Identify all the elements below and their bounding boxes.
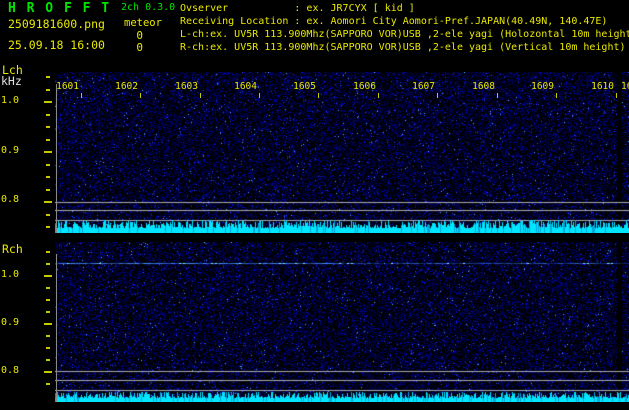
app-title: H R O F F T — [8, 1, 111, 16]
lch-freq-label-1.0: 1.0 — [1, 95, 21, 106]
lch-freq-label-0.8: 0.8 — [1, 194, 21, 205]
time-label-1604: 1604 — [217, 81, 257, 92]
time-label-1603: 1603 — [158, 81, 198, 92]
time-label-1605: 1605 — [276, 81, 316, 92]
rch-freq-label-1.0: 1.0 — [1, 269, 21, 280]
time-label-1602: 1602 — [98, 81, 138, 92]
time-label-1601: 1601 — [39, 81, 79, 92]
meteor-count-rch: 0 — [123, 41, 143, 54]
version-label: 2ch 0.3.0 — [121, 2, 175, 13]
observation-datetime: 25.09.18 16:00 — [8, 38, 105, 52]
khz-unit-label: kHz — [1, 74, 22, 88]
location-info-line: Receiving Location : ex. Aomori City Aom… — [180, 15, 607, 28]
lch-spectrogram — [55, 72, 629, 233]
lch-info-line: L-ch:ex. UV5R 113.900Mhz(SAPPORO VOR)USB… — [180, 28, 629, 41]
hrofft-window: H R O F F T 2ch 0.3.0 2509181600.png 25.… — [0, 0, 629, 410]
time-label-1610: 1610 — [574, 81, 614, 92]
meteor-counter-label: meteor — [124, 17, 162, 29]
output-filename: 2509181600.png — [8, 17, 105, 31]
time-label-1607: 1607 — [395, 81, 435, 92]
lch-freq-label-0.9: 0.9 — [1, 145, 21, 156]
observer-info-line: Ovserver : ex. JR7CYX [ kid ] — [180, 2, 415, 15]
time-label-partial: 16 — [621, 81, 629, 92]
time-label-1606: 1606 — [336, 81, 376, 92]
rch-info-line: R-ch:ex. UV5R 113.900Mhz(SAPPORO VOR)USB… — [180, 41, 626, 54]
rch-freq-label-0.8: 0.8 — [1, 365, 21, 376]
time-label-1608: 1608 — [455, 81, 495, 92]
rch-freq-label-0.9: 0.9 — [1, 317, 21, 328]
time-label-1609: 1609 — [514, 81, 554, 92]
rch-channel-label: Rch — [2, 242, 23, 256]
rch-spectrogram — [55, 242, 629, 402]
